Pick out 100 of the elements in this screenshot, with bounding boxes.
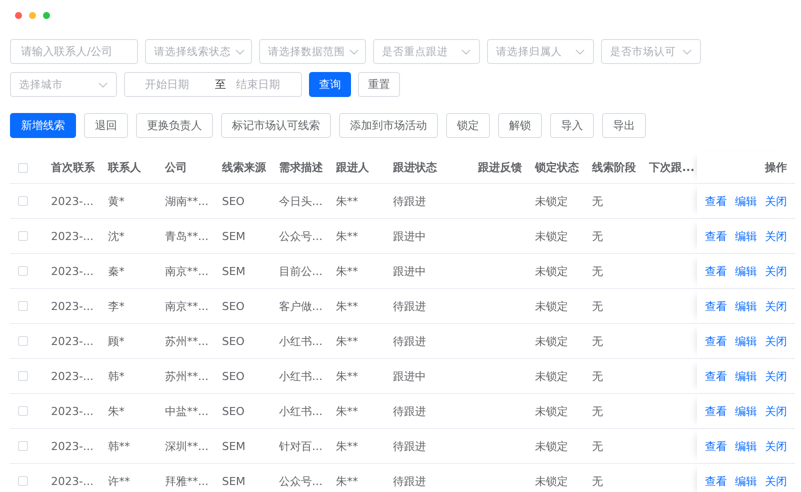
table-cell: 南京**...: [165, 264, 208, 278]
action-link[interactable]: 关闭: [765, 334, 787, 348]
chevron-down-icon: [235, 48, 245, 54]
table-cell: 无: [592, 370, 603, 382]
select-field[interactable]: 是否重点跟进: [373, 39, 480, 64]
table-cell: 无: [592, 474, 603, 488]
table-cell: 李*: [108, 300, 124, 312]
row-checkbox[interactable]: [18, 406, 28, 416]
table-cell: SEO: [222, 300, 245, 312]
table-cell: 无: [592, 440, 603, 452]
action-link[interactable]: 查看: [705, 264, 727, 278]
action-link[interactable]: 关闭: [765, 404, 787, 418]
table-cell: 2023-...: [51, 440, 94, 452]
table-cell: 2023-...: [51, 334, 94, 348]
toolbar-button[interactable]: 更换负责人: [136, 113, 213, 138]
table-cell: 2023-...: [51, 230, 94, 242]
action-link[interactable]: 关闭: [765, 194, 787, 208]
select-field[interactable]: 请选择归属人: [487, 39, 594, 64]
action-link[interactable]: 编辑: [735, 194, 757, 208]
table-cell: 无: [592, 264, 603, 278]
table-cell: 待跟进: [393, 440, 426, 452]
query-button[interactable]: 查询: [309, 72, 351, 97]
reset-button[interactable]: 重置: [358, 72, 400, 97]
toolbar-button[interactable]: 添加到市场活动: [339, 113, 438, 138]
window-minimize-icon[interactable]: [29, 12, 36, 19]
window-zoom-icon[interactable]: [43, 12, 50, 19]
row-checkbox[interactable]: [18, 196, 28, 206]
column-header: 跟进反馈: [478, 161, 522, 174]
row-checkbox[interactable]: [18, 301, 28, 311]
action-link[interactable]: 编辑: [735, 228, 757, 244]
action-link[interactable]: 查看: [705, 194, 727, 208]
action-link[interactable]: 查看: [705, 474, 727, 488]
toolbar-button[interactable]: 标记市场认可线索: [221, 113, 331, 138]
table-cell: 待跟进: [393, 404, 426, 418]
table-cell: 待跟进: [393, 334, 426, 348]
select-all-checkbox[interactable]: [18, 162, 28, 172]
table-cell: 未锁定: [535, 334, 568, 348]
toolbar-button[interactable]: 解锁: [498, 113, 542, 138]
table-cell: 未锁定: [535, 370, 568, 382]
select-field[interactable]: 请选择数据范围: [259, 39, 366, 64]
action-link[interactable]: 查看: [705, 298, 727, 314]
start-date-field[interactable]: 开始日期: [145, 78, 205, 91]
table-cell: 跟进中: [393, 230, 426, 242]
action-link[interactable]: 关闭: [765, 368, 787, 384]
toolbar-button[interactable]: 导入: [550, 113, 594, 138]
toolbar-button[interactable]: 新增线索: [10, 113, 76, 138]
action-link[interactable]: 编辑: [735, 264, 757, 278]
table-cell: 小红书...: [279, 334, 322, 348]
action-link[interactable]: 关闭: [765, 474, 787, 488]
action-link[interactable]: 查看: [705, 368, 727, 384]
table-cell: 朱**: [336, 404, 358, 418]
select-field[interactable]: 选择城市: [10, 72, 117, 97]
table-cell: SEO: [222, 370, 245, 382]
table-cell: SEM: [222, 230, 246, 242]
chevron-down-icon: [98, 82, 108, 88]
search-field[interactable]: 请输入联系人/公司: [10, 39, 138, 64]
table-cell: 韩*: [108, 370, 124, 382]
action-link[interactable]: 关闭: [765, 298, 787, 314]
select-field[interactable]: 请选择线索状态: [145, 39, 252, 64]
row-checkbox[interactable]: [18, 336, 28, 346]
toolbar-button[interactable]: 锁定: [446, 113, 490, 138]
action-link[interactable]: 编辑: [735, 334, 757, 348]
table-cell: 无: [592, 404, 603, 418]
row-checkbox[interactable]: [18, 476, 28, 486]
toolbar-button[interactable]: 导出: [602, 113, 646, 138]
action-link[interactable]: 编辑: [735, 298, 757, 314]
toolbar-button[interactable]: 退回: [84, 113, 128, 138]
action-link[interactable]: 编辑: [735, 404, 757, 418]
select-field[interactable]: 是否市场认可: [601, 39, 701, 64]
row-checkbox[interactable]: [18, 371, 28, 381]
action-link[interactable]: 关闭: [765, 438, 787, 454]
table-cell: 2023-...: [51, 300, 94, 312]
table-cell: 许**: [108, 474, 130, 488]
column-header: 锁定状态: [535, 161, 579, 174]
action-link[interactable]: 查看: [705, 228, 727, 244]
action-link[interactable]: 编辑: [735, 438, 757, 454]
table-cell: 无: [592, 334, 603, 348]
action-link[interactable]: 关闭: [765, 264, 787, 278]
window-close-icon[interactable]: [15, 12, 22, 19]
table-cell: 苏州**...: [165, 334, 208, 348]
table-cell: 未锁定: [535, 474, 568, 488]
table-cell: SEM: [222, 474, 246, 488]
action-link[interactable]: 关闭: [765, 228, 787, 244]
table-cell: 朱**: [336, 300, 358, 312]
table-cell: 拜雅**...: [165, 474, 208, 488]
column-header: 下次跟...: [649, 161, 695, 174]
action-link[interactable]: 查看: [705, 404, 727, 418]
table-cell: 朱**: [336, 370, 358, 382]
action-link[interactable]: 编辑: [735, 368, 757, 384]
table-cell: 2023-...: [51, 264, 94, 278]
table-cell: 韩**: [108, 440, 130, 452]
table-cell: 中盐**...: [165, 404, 208, 418]
table-cell: 公众号...: [279, 474, 322, 488]
action-link[interactable]: 编辑: [735, 474, 757, 488]
row-checkbox[interactable]: [18, 231, 28, 241]
row-checkbox[interactable]: [18, 441, 28, 451]
row-checkbox[interactable]: [18, 266, 28, 276]
action-link[interactable]: 查看: [705, 334, 727, 348]
action-link[interactable]: 查看: [705, 438, 727, 454]
end-date-field[interactable]: 结束日期: [236, 78, 296, 91]
